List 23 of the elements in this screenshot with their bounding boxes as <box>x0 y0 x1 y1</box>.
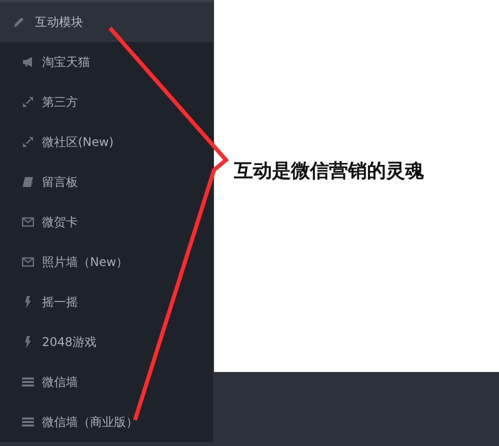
envelope-icon <box>22 216 34 228</box>
megaphone-icon <box>22 56 34 68</box>
book-icon <box>22 176 34 188</box>
lightning-icon <box>22 336 34 348</box>
menu-group-header[interactable]: 互动模块 <box>0 0 213 42</box>
expand-arrows-icon <box>22 136 34 148</box>
menu-item[interactable]: 微社区(New) <box>0 122 213 162</box>
menu-item[interactable]: 微信墙 <box>0 362 213 402</box>
envelope-icon <box>22 256 34 268</box>
expand-arrows-icon <box>22 96 34 108</box>
menu-item[interactable]: 微信墙（商业版） <box>0 402 213 442</box>
pencil-icon <box>13 16 25 28</box>
menu-item[interactable]: 摇一摇 <box>0 282 213 322</box>
menu-item[interactable]: 淘宝天猫 <box>0 42 213 82</box>
menu-icon <box>22 416 34 428</box>
lightning-icon <box>22 296 34 308</box>
menu-item[interactable]: 照片墙（New） <box>0 242 213 282</box>
menu-item[interactable]: 第三方 <box>0 82 213 122</box>
menu-item[interactable]: 留言板 <box>0 162 213 202</box>
callout-text: 互动是微信营销的灵魂 <box>234 160 424 182</box>
menu-icon <box>22 376 34 388</box>
menu-item[interactable]: 微贺卡 <box>0 202 213 242</box>
menu-item[interactable]: 2048游戏 <box>0 322 213 362</box>
